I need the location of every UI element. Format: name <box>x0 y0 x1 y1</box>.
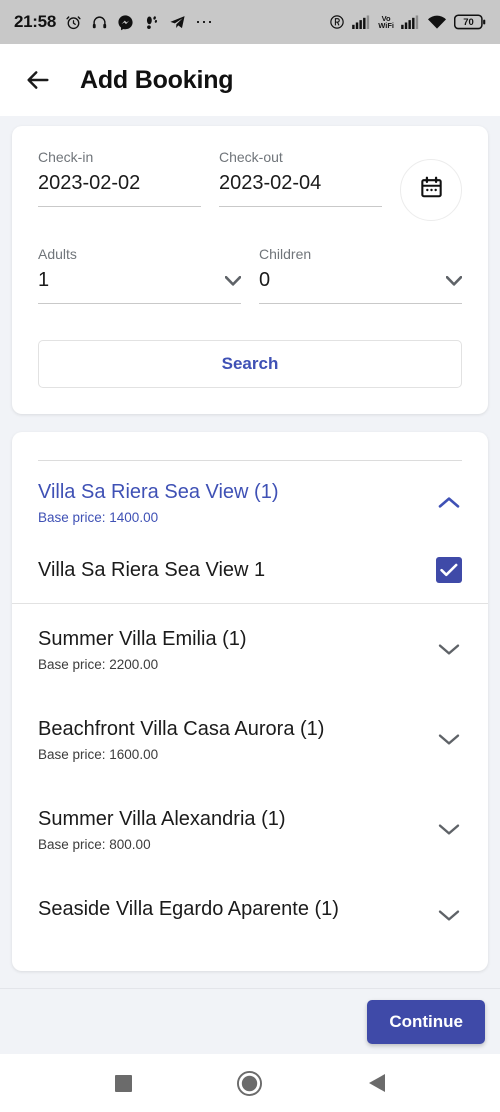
phone-screen: 21:58 ⋯ Vo WiFi 70 Add Booking Check-in … <box>0 0 500 1112</box>
triangle-back-icon[interactable] <box>367 1073 386 1093</box>
checkin-label: Check-in <box>38 149 94 165</box>
villa-title: Villa Sa Riera Sea View (1) <box>38 481 279 504</box>
villa-base-price: Base price: 1600.00 <box>38 747 159 763</box>
villa-texts: Beachfront Villa Casa Aurora (1) Base pr… <box>38 716 324 762</box>
villa-title: Summer Villa Emilia (1) <box>38 628 247 651</box>
checkin-value[interactable]: 2023-02-02 <box>38 171 201 208</box>
adults-label: Adults <box>38 246 77 262</box>
children-label: Children <box>259 246 312 262</box>
chevron-up-icon[interactable] <box>436 496 462 509</box>
checkout-value[interactable]: 2023-02-04 <box>219 171 382 208</box>
telegram-icon <box>169 14 186 31</box>
headphones-icon <box>91 14 108 31</box>
footprint-icon <box>143 14 160 31</box>
adults-select[interactable]: Adults 1 <box>38 246 242 305</box>
app-bar: Add Booking <box>0 44 500 116</box>
arrow-left-icon[interactable] <box>22 64 54 96</box>
villa-base-price: Base price: 800.00 <box>38 837 151 853</box>
date-fields-row: Check-in 2023-02-02 Check-out 2023-02-04 <box>38 149 462 221</box>
chevron-down-icon[interactable] <box>436 643 462 656</box>
chevron-down-icon[interactable] <box>436 733 462 746</box>
battery-icon: 70 <box>454 14 486 30</box>
villa-unit-checkbox[interactable] <box>436 557 462 584</box>
page-title: Add Booking <box>80 65 234 94</box>
calendar-icon <box>419 175 444 205</box>
villa-accordion-header[interactable]: Summer Villa Alexandria (1) Base price: … <box>12 784 488 874</box>
volte-wifi-label: WiFi <box>378 21 394 30</box>
dnd-r-icon <box>329 14 345 30</box>
villa-title: Summer Villa Alexandria (1) <box>38 808 286 831</box>
scroll-content: Check-in 2023-02-02 Check-out 2023-02-04 <box>0 116 500 988</box>
villa-texts: Villa Sa Riera Sea View (1) Base price: … <box>38 479 279 525</box>
villa-accordion-header[interactable]: Seaside Villa Egardo Aparente (1) <box>12 874 488 944</box>
villa-accordion-header[interactable]: Beachfront Villa Casa Aurora (1) Base pr… <box>12 694 488 784</box>
status-bar: 21:58 ⋯ Vo WiFi 70 <box>0 0 500 44</box>
chevron-down-icon[interactable] <box>436 823 462 836</box>
circle-home-icon[interactable] <box>236 1070 262 1096</box>
signal-bars-1-icon <box>352 15 371 29</box>
villa-texts: Summer Villa Alexandria (1) Base price: … <box>38 806 286 852</box>
results-card: Villa Sa Riera Sea View (1) Base price: … <box>12 432 488 972</box>
alarm-clock-icon <box>65 14 82 31</box>
checkout-field[interactable]: Check-out 2023-02-04 <box>219 149 382 208</box>
villa-accordion-header[interactable]: Villa Sa Riera Sea View (1) Base price: … <box>12 461 488 541</box>
villa-texts: Summer Villa Emilia (1) Base price: 2200… <box>38 626 247 672</box>
villa-title: Seaside Villa Egardo Aparente (1) <box>38 898 339 921</box>
status-bar-right: Vo WiFi 70 <box>329 14 486 30</box>
villa-unit-row[interactable]: Villa Sa Riera Sea View 1 <box>12 541 488 605</box>
bottom-action-bar: Continue <box>0 988 500 1054</box>
villa-accordion-header[interactable]: Summer Villa Emilia (1) Base price: 2200… <box>12 604 488 694</box>
chevron-down-icon[interactable] <box>436 909 462 922</box>
signal-bars-2-icon <box>401 15 420 29</box>
continue-button[interactable]: Continue <box>367 999 485 1044</box>
messenger-icon <box>117 14 134 31</box>
checkin-field[interactable]: Check-in 2023-02-02 <box>38 149 201 208</box>
android-nav-bar <box>0 1054 500 1112</box>
adults-value: 1 <box>38 269 50 292</box>
villa-title: Beachfront Villa Casa Aurora (1) <box>38 718 325 741</box>
chevron-down-icon <box>445 268 463 293</box>
search-button[interactable]: Search <box>38 340 462 389</box>
more-dots-icon: ⋯ <box>194 12 214 32</box>
villa-list: Villa Sa Riera Sea View (1) Base price: … <box>12 461 488 944</box>
calendar-picker-button[interactable] <box>400 159 462 221</box>
villa-base-price: Base price: 1400.00 <box>38 510 159 526</box>
search-card: Check-in 2023-02-02 Check-out 2023-02-04 <box>12 126 488 415</box>
villa-unit-label: Villa Sa Riera Sea View 1 <box>38 558 266 581</box>
status-bar-left: 21:58 ⋯ <box>14 12 214 32</box>
villa-texts: Seaside Villa Egardo Aparente (1) <box>38 896 339 922</box>
wifi-icon <box>427 14 447 30</box>
children-value-wrap[interactable]: 0 <box>259 268 463 305</box>
children-value: 0 <box>259 269 271 292</box>
checkout-label: Check-out <box>219 149 283 165</box>
volte-wifi-icon: Vo WiFi <box>378 15 394 30</box>
children-select[interactable]: Children 0 <box>259 246 463 305</box>
status-bar-clock: 21:58 <box>14 12 56 31</box>
adults-value-wrap[interactable]: 1 <box>38 268 242 305</box>
villa-base-price: Base price: 2200.00 <box>38 657 159 673</box>
occupancy-row: Adults 1 Children 0 <box>38 246 463 305</box>
battery-level-label: 70 <box>463 16 474 28</box>
square-recents-icon[interactable] <box>114 1074 132 1092</box>
chevron-down-icon <box>224 268 242 293</box>
